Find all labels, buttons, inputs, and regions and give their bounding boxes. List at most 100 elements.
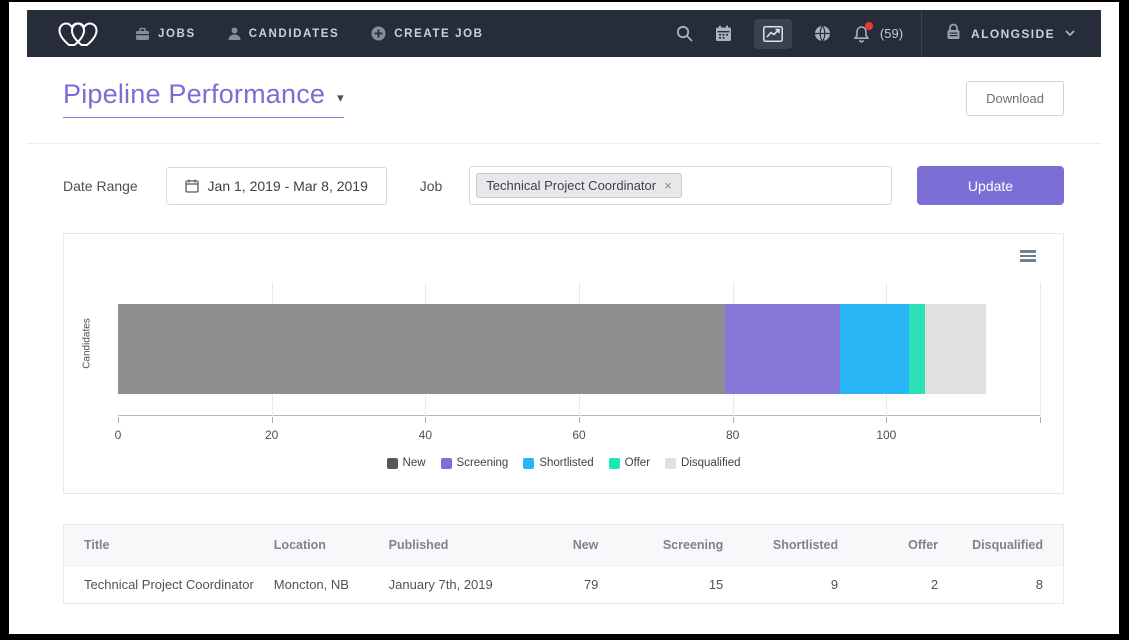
table-cell: January 7th, 2019	[369, 565, 514, 603]
calendar-icon[interactable]	[715, 25, 732, 42]
results-table-card: TitleLocationPublishedNewScreeningShortl…	[63, 524, 1064, 604]
nav-menu: JOBS CANDIDATES CREATE JOB	[135, 26, 484, 41]
legend-item-shortlisted[interactable]: Shortlisted	[523, 457, 593, 469]
legend-item-new[interactable]: New	[387, 457, 426, 469]
notifications-bell-icon[interactable]	[853, 25, 870, 43]
alongside-logo[interactable]	[57, 19, 99, 49]
update-button[interactable]: Update	[917, 166, 1064, 205]
notification-count[interactable]: (59)	[880, 26, 903, 41]
axis-tick	[272, 417, 273, 423]
legend-item-offer[interactable]: Offer	[609, 457, 650, 469]
filters-bar: Date Range Jan 1, 2019 - Mar 8, 2019 Job…	[63, 166, 1064, 205]
bar-segment-offer[interactable]	[909, 304, 924, 394]
page-header: Pipeline Performance ▾ Download	[9, 57, 1119, 118]
axis-tick	[733, 417, 734, 423]
download-button[interactable]: Download	[966, 81, 1064, 116]
column-header-disqualified: Disqualified	[958, 525, 1063, 565]
bar-segment-shortlisted[interactable]	[840, 304, 909, 394]
date-range-label: Date Range	[63, 178, 138, 194]
chart-card: Candidates 020406080100 New Screening Shor…	[63, 233, 1064, 494]
table-cell: 8	[958, 565, 1063, 603]
table-cell: Moncton, NB	[254, 565, 369, 603]
nav-right-section: (59) ALONGSIDE	[665, 10, 1101, 57]
account-name: ALONGSIDE	[971, 27, 1055, 41]
bar-segment-screening[interactable]	[725, 304, 840, 394]
legend-swatch	[523, 458, 534, 469]
table-body: Technical Project CoordinatorMoncton, NB…	[64, 565, 1063, 603]
date-range-input[interactable]: Jan 1, 2019 - Mar 8, 2019	[166, 167, 387, 205]
gridline	[1040, 282, 1041, 416]
table-row[interactable]: Technical Project CoordinatorMoncton, NB…	[64, 565, 1063, 603]
column-header-screening: Screening	[618, 525, 743, 565]
axis-tick-label: 60	[572, 428, 585, 442]
legend-label: Screening	[457, 457, 509, 469]
bar-segment-new[interactable]	[118, 304, 725, 394]
axis-tick-label: 40	[419, 428, 432, 442]
chart-menu-icon[interactable]	[1020, 250, 1036, 264]
table-header: TitleLocationPublishedNewScreeningShortl…	[64, 525, 1063, 565]
column-header-published: Published	[369, 525, 514, 565]
nav-item-label: CREATE JOB	[394, 28, 483, 40]
globe-icon[interactable]	[814, 25, 831, 42]
axis-tick-label: 100	[876, 428, 896, 442]
job-tag: Technical Project Coordinator ×	[476, 173, 681, 198]
axis-tick	[579, 417, 580, 423]
legend-swatch	[665, 458, 676, 469]
search-icon[interactable]	[676, 25, 693, 42]
job-select-input[interactable]: Technical Project Coordinator ×	[469, 166, 892, 205]
date-range-value: Jan 1, 2019 - Mar 8, 2019	[208, 178, 368, 194]
bar-segment-disqualified[interactable]	[925, 304, 986, 394]
legend-item-disqualified[interactable]: Disqualified	[665, 457, 740, 469]
remove-tag-icon[interactable]: ×	[664, 179, 672, 192]
table-cell: 9	[743, 565, 858, 603]
caret-down-icon: ▾	[337, 90, 344, 106]
table-cell: Technical Project Coordinator	[64, 565, 254, 603]
column-header-location: Location	[254, 525, 369, 565]
calendar-icon	[185, 179, 199, 193]
page-title: Pipeline Performance	[63, 79, 325, 110]
axis-tick	[1040, 417, 1041, 423]
top-navbar: JOBS CANDIDATES CREATE JOB	[27, 10, 1101, 57]
axis-tick	[118, 417, 119, 423]
account-menu[interactable]: ALONGSIDE	[922, 10, 1101, 57]
column-header-offer: Offer	[858, 525, 958, 565]
analytics-chart-icon[interactable]	[754, 19, 792, 49]
job-tag-label: Technical Project Coordinator	[486, 178, 656, 193]
person-icon	[228, 27, 241, 41]
legend-label: Disqualified	[681, 457, 740, 469]
legend-label: Offer	[625, 457, 650, 469]
legend-label: New	[403, 457, 426, 469]
column-header-new: New	[514, 525, 619, 565]
nav-item-label: CANDIDATES	[249, 28, 340, 40]
axis-tick	[425, 417, 426, 423]
chart-plot-area: 020406080100	[118, 282, 1040, 416]
report-selector[interactable]: Pipeline Performance ▾	[63, 79, 344, 118]
chart-legend: New Screening Shortlisted Offer Disqualified	[64, 457, 1063, 469]
header-divider	[27, 143, 1101, 144]
axis-tick-label: 0	[115, 428, 122, 442]
plus-circle-icon	[371, 26, 386, 41]
column-header-title: Title	[64, 525, 254, 565]
table-cell: 2	[858, 565, 958, 603]
chart-y-axis-label: Candidates	[82, 299, 93, 389]
chevron-down-icon	[1065, 30, 1075, 37]
alongside-logo-icon	[57, 19, 99, 49]
legend-swatch	[441, 458, 452, 469]
table-cell: 79	[514, 565, 619, 603]
notification-dot	[865, 22, 873, 30]
legend-item-screening[interactable]: Screening	[441, 457, 509, 469]
legend-label: Shortlisted	[539, 457, 593, 469]
column-header-shortlisted: Shortlisted	[743, 525, 858, 565]
nav-item-jobs[interactable]: JOBS	[135, 27, 196, 41]
axis-tick	[886, 417, 887, 423]
results-table: TitleLocationPublishedNewScreeningShortl…	[64, 525, 1063, 603]
nav-item-label: JOBS	[158, 28, 196, 40]
table-cell: 15	[618, 565, 743, 603]
app-page: JOBS CANDIDATES CREATE JOB	[9, 2, 1119, 634]
nav-item-candidates[interactable]: CANDIDATES	[228, 27, 340, 41]
nav-item-create-job[interactable]: CREATE JOB	[371, 26, 483, 41]
axis-tick-label: 20	[265, 428, 278, 442]
briefcase-icon	[135, 27, 150, 41]
job-label: Job	[420, 178, 443, 194]
legend-swatch	[609, 458, 620, 469]
